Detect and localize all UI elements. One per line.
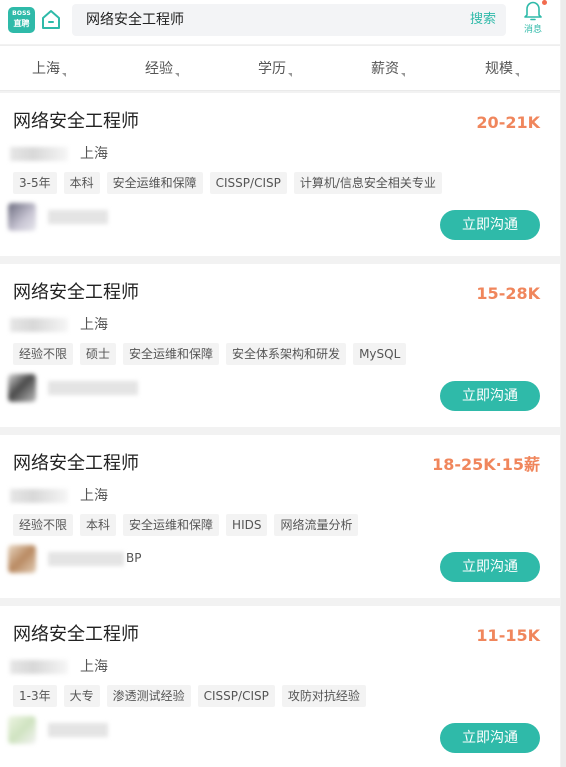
filter-bar: 上海 经验 学历 薪资 规模 <box>0 45 560 91</box>
unread-dot <box>542 0 547 5</box>
search-button[interactable]: 搜索 <box>470 12 496 28</box>
chat-now-button[interactable]: 立即沟通 <box>440 381 540 411</box>
company-name-blurred <box>10 489 68 503</box>
dropdown-triangle-icon <box>62 73 66 77</box>
boss-logo[interactable]: BOSS 直聘 <box>8 7 35 33</box>
job-city: 上海 <box>80 488 108 504</box>
dropdown-triangle-icon <box>401 73 405 77</box>
dropdown-triangle-icon <box>288 73 292 77</box>
job-tags: 经验不限 硕士 安全运维和保障 安全体系架构和研发 MySQL <box>13 343 413 365</box>
job-tag: CISSP/CISP <box>209 172 287 194</box>
recruiter-info <box>8 714 148 744</box>
job-tag: 本科 <box>63 172 100 194</box>
company-name-blurred <box>10 147 68 161</box>
filter-company-size[interactable]: 规模 <box>485 60 519 78</box>
recruiter-info <box>8 201 148 231</box>
recruiter-title: BP <box>126 551 142 565</box>
recruiter-avatar <box>8 374 36 402</box>
job-tag: MySQL <box>353 343 407 365</box>
job-tag: 渗透测试经验 <box>106 685 191 707</box>
recruiter-name-blurred <box>48 210 108 224</box>
filter-salary[interactable]: 薪资 <box>371 60 405 78</box>
job-city: 上海 <box>80 317 108 333</box>
job-tag: 经验不限 <box>13 514 74 536</box>
job-tag: 本科 <box>80 514 117 536</box>
company-name-blurred <box>10 318 68 332</box>
job-card[interactable]: 网络安全工程师 11-15K 上海 1-3年 大专 渗透测试经验 CISSP/C… <box>0 606 560 767</box>
job-tag: HIDS <box>226 514 268 536</box>
job-tag: 计算机/信息安全相关专业 <box>293 172 442 194</box>
company-row: 上海 <box>10 316 108 334</box>
job-tag: 安全运维和保障 <box>106 172 203 194</box>
job-tags: 经验不限 本科 安全运维和保障 HIDS 网络流量分析 <box>13 514 365 536</box>
chat-now-button[interactable]: 立即沟通 <box>440 552 540 582</box>
company-row: 上海 <box>10 145 108 163</box>
filter-label: 经验 <box>145 61 173 77</box>
job-city: 上海 <box>80 659 108 675</box>
job-tag: 安全运维和保障 <box>123 514 220 536</box>
company-name-blurred <box>10 660 68 674</box>
recruiter-avatar <box>8 716 36 744</box>
chat-now-button[interactable]: 立即沟通 <box>440 723 540 753</box>
job-tag: 攻防对抗经验 <box>281 685 366 707</box>
job-title[interactable]: 网络安全工程师 <box>13 624 139 646</box>
job-tag: 网络流量分析 <box>274 514 359 536</box>
scrollbar[interactable] <box>561 0 566 767</box>
recruiter-name-blurred <box>48 552 124 566</box>
job-tag: 安全体系架构和研发 <box>226 343 347 365</box>
job-tag: CISSP/CISP <box>197 685 275 707</box>
job-card[interactable]: 网络安全工程师 18-25K·15薪 上海 经验不限 本科 安全运维和保障 HI… <box>0 435 560 598</box>
job-tags: 1-3年 大专 渗透测试经验 CISSP/CISP 攻防对抗经验 <box>13 685 373 707</box>
filter-experience[interactable]: 经验 <box>145 60 179 78</box>
filter-label: 薪资 <box>371 61 399 77</box>
home-icon[interactable] <box>40 7 62 31</box>
job-salary: 18-25K·15薪 <box>432 455 540 474</box>
job-salary: 20-21K <box>476 113 540 132</box>
search-box[interactable]: 网络安全工程师 搜索 <box>72 4 506 36</box>
job-salary: 15-28K <box>476 284 540 303</box>
job-salary: 11-15K <box>476 626 540 645</box>
messages-button[interactable]: 消息 <box>518 0 548 40</box>
job-card[interactable]: 网络安全工程师 15-28K 上海 经验不限 硕士 安全运维和保障 安全体系架构… <box>0 264 560 427</box>
job-tag: 大专 <box>63 685 100 707</box>
job-tags: 3-5年 本科 安全运维和保障 CISSP/CISP 计算机/信息安全相关专业 <box>13 172 449 194</box>
filter-label: 上海 <box>32 61 60 77</box>
job-title[interactable]: 网络安全工程师 <box>13 282 139 304</box>
job-tag: 安全运维和保障 <box>123 343 220 365</box>
job-city: 上海 <box>80 146 108 162</box>
dropdown-triangle-icon <box>175 73 179 77</box>
logo-text-bottom: 直聘 <box>13 19 30 28</box>
recruiter-avatar <box>8 203 36 231</box>
filter-education[interactable]: 学历 <box>258 60 292 78</box>
recruiter-name-blurred <box>48 381 138 395</box>
filter-label: 规模 <box>485 61 513 77</box>
job-tag: 经验不限 <box>13 343 74 365</box>
job-card[interactable]: 网络安全工程师 20-21K 上海 3-5年 本科 安全运维和保障 CISSP/… <box>0 93 560 256</box>
chat-now-button[interactable]: 立即沟通 <box>440 210 540 240</box>
top-header: BOSS 直聘 网络安全工程师 搜索 消息 <box>0 0 560 44</box>
search-input[interactable]: 网络安全工程师 <box>86 12 184 28</box>
job-title[interactable]: 网络安全工程师 <box>13 453 139 475</box>
bell-icon <box>524 1 542 21</box>
job-tag: 硕士 <box>80 343 117 365</box>
recruiter-info <box>8 372 148 402</box>
recruiter-avatar <box>8 545 36 573</box>
recruiter-info: BP <box>8 543 148 573</box>
logo-text-top: BOSS <box>12 10 31 17</box>
recruiter-name-blurred <box>48 723 108 737</box>
job-tag: 1-3年 <box>13 685 57 707</box>
job-title[interactable]: 网络安全工程师 <box>13 111 139 133</box>
messages-label: 消息 <box>523 25 542 35</box>
filter-city[interactable]: 上海 <box>32 60 66 78</box>
company-row: 上海 <box>10 658 108 676</box>
filter-label: 学历 <box>258 61 286 77</box>
dropdown-triangle-icon <box>515 73 519 77</box>
company-row: 上海 <box>10 487 108 505</box>
job-tag: 3-5年 <box>13 172 57 194</box>
